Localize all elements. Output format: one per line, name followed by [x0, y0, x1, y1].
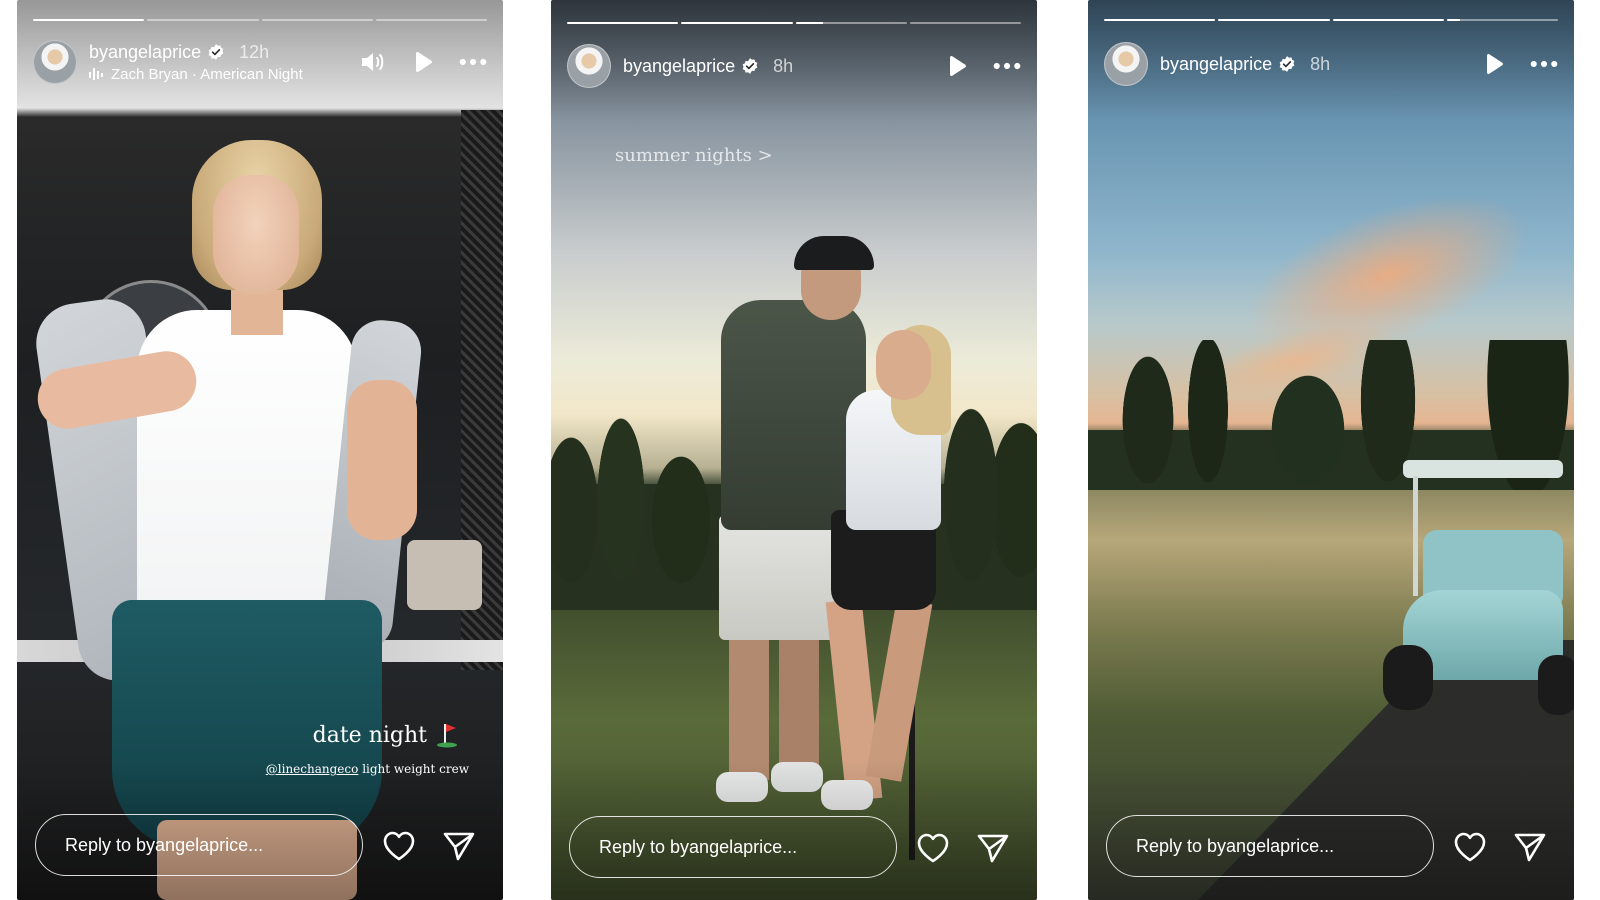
like-button[interactable]	[915, 830, 951, 866]
play-icon	[1487, 53, 1503, 75]
golf-cart	[1383, 460, 1574, 720]
story-actions	[381, 828, 477, 864]
man-leg	[779, 635, 819, 770]
share-button[interactable]	[441, 828, 477, 864]
heart-icon	[917, 833, 949, 863]
music-track-label: Zach Bryan · American Night	[111, 65, 303, 83]
arm-right	[347, 380, 417, 540]
header-controls	[359, 48, 487, 76]
verified-badge-icon	[208, 44, 224, 60]
story-panel-1[interactable]: byangelaprice 12h Zach Bryan · American …	[17, 0, 503, 900]
progress-segment	[1104, 19, 1216, 21]
cart-post	[1413, 476, 1418, 596]
cart-wheel	[1383, 645, 1433, 710]
progress-segment	[375, 19, 487, 21]
golf-flag-icon	[437, 724, 457, 748]
like-button[interactable]	[381, 828, 417, 864]
story-progress-bar	[1104, 19, 1558, 21]
more-options-button[interactable]	[459, 48, 487, 76]
post-time: 8h	[1310, 53, 1331, 74]
story-header: byangelaprice 12h Zach Bryan · American …	[33, 40, 487, 84]
send-icon	[977, 834, 1009, 863]
story-meta: byangelaprice 8h	[1160, 54, 1330, 75]
send-icon	[1514, 833, 1546, 862]
more-dots-icon	[1530, 60, 1558, 68]
header-controls	[1480, 50, 1558, 78]
reply-input[interactable]	[569, 816, 897, 878]
heart-icon	[1454, 832, 1486, 862]
man-polo	[721, 300, 866, 530]
more-options-button[interactable]	[993, 52, 1021, 80]
speaker-icon	[362, 53, 384, 71]
mention-link[interactable]: @linechangeco	[266, 762, 359, 776]
verified-badge-icon	[1279, 56, 1295, 72]
caption-text: date night	[312, 723, 427, 748]
reply-input[interactable]	[35, 814, 363, 876]
face	[213, 175, 299, 295]
music-attribution[interactable]: Zach Bryan · American Night	[89, 66, 303, 83]
story-header: byangelaprice 8h	[1104, 42, 1558, 86]
avatar[interactable]	[567, 44, 611, 88]
header-controls	[943, 52, 1021, 80]
mute-button[interactable]	[359, 48, 387, 76]
man-shorts	[719, 515, 839, 640]
play-icon	[950, 55, 966, 77]
cart-roof	[1403, 460, 1563, 478]
share-button[interactable]	[975, 830, 1011, 866]
cart-wheel	[1538, 655, 1574, 715]
story-progress-bar	[567, 22, 1021, 24]
caption-date-night: date night	[313, 722, 459, 748]
progress-segment	[567, 22, 679, 24]
woman-head	[876, 330, 931, 400]
man-cap	[794, 236, 874, 270]
man-leg	[729, 635, 769, 780]
handbag	[407, 540, 482, 610]
post-time: 8h	[773, 55, 794, 76]
heart-icon	[383, 831, 415, 861]
username-link[interactable]: byangelaprice	[623, 56, 735, 77]
progress-segment	[261, 19, 373, 21]
play-button[interactable]	[1480, 50, 1508, 78]
verified-badge-icon	[742, 58, 758, 74]
woman-leg	[865, 598, 933, 782]
progress-segment	[909, 22, 1021, 24]
progress-segment	[1332, 19, 1444, 21]
progress-segment	[33, 19, 145, 21]
story-progress-bar	[33, 19, 487, 21]
reply-input[interactable]	[1106, 815, 1434, 877]
more-options-button[interactable]	[1530, 50, 1558, 78]
story-actions	[915, 830, 1011, 866]
story-actions	[1452, 829, 1548, 865]
story-header: byangelaprice 8h	[567, 44, 1021, 88]
story-meta: byangelaprice 12h Zach Bryan · American …	[89, 42, 303, 83]
share-button[interactable]	[1512, 829, 1548, 865]
more-dots-icon	[459, 58, 487, 66]
caption-product: light weight crew	[362, 762, 469, 776]
caption-summer-nights: summer nights >	[615, 145, 773, 166]
username-link[interactable]: byangelaprice	[89, 42, 201, 63]
more-dots-icon	[993, 62, 1021, 70]
send-icon	[443, 832, 475, 861]
progress-segment	[1218, 19, 1330, 21]
story-meta: byangelaprice 8h	[623, 56, 793, 77]
post-time: 12h	[239, 41, 270, 62]
avatar[interactable]	[1104, 42, 1148, 86]
like-button[interactable]	[1452, 829, 1488, 865]
avatar[interactable]	[33, 40, 77, 84]
progress-segment	[1446, 19, 1558, 21]
progress-segment	[147, 19, 259, 21]
story-panel-3[interactable]: byangelaprice 8h	[1088, 0, 1574, 900]
play-button[interactable]	[409, 48, 437, 76]
progress-segment	[681, 22, 793, 24]
story-panel-2[interactable]: byangelaprice 8h summer nights >	[551, 0, 1037, 900]
play-icon	[416, 51, 432, 73]
audio-bars-icon	[89, 68, 103, 80]
username-link[interactable]: byangelaprice	[1160, 54, 1272, 75]
caption-credit: @linechangeco light weight crew	[266, 762, 469, 776]
progress-segment	[795, 22, 907, 24]
play-button[interactable]	[943, 52, 971, 80]
